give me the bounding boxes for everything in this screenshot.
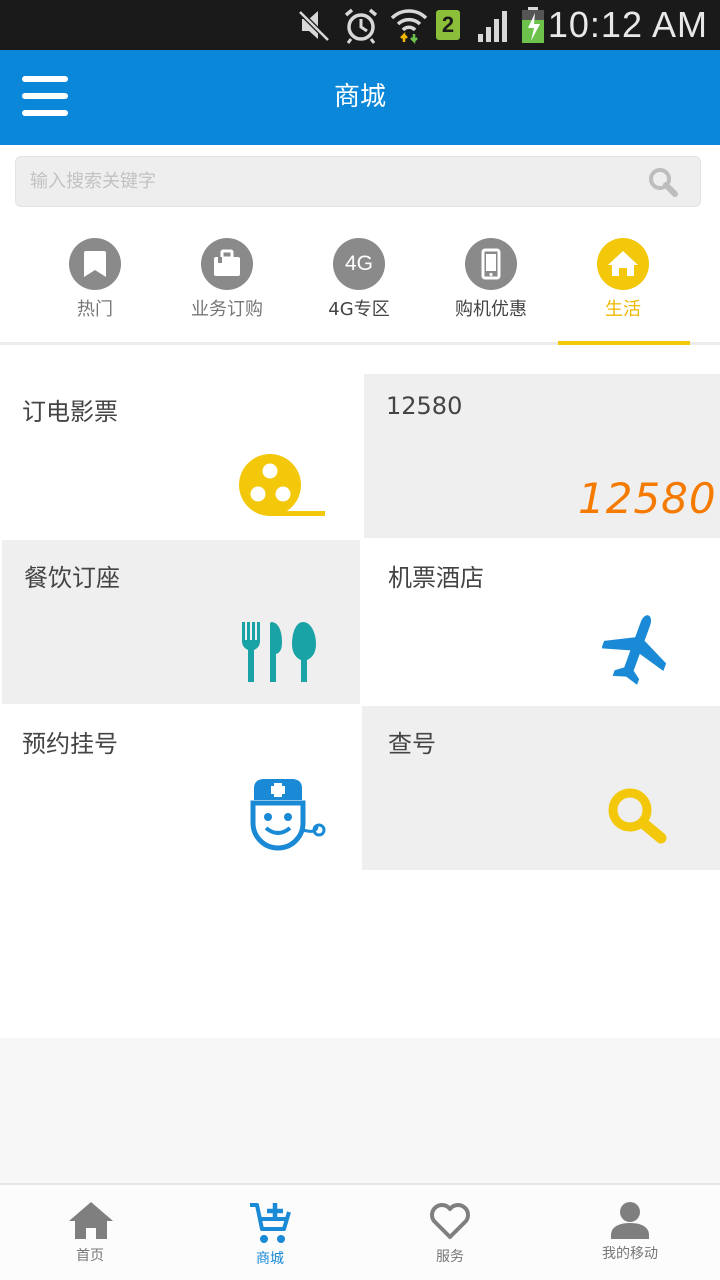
tab-label: 服务	[436, 1249, 464, 1265]
bookmark-icon	[69, 238, 121, 290]
category-label: 业务订购	[191, 299, 263, 320]
home-icon	[69, 1202, 113, 1239]
category-label: 热门	[77, 299, 113, 320]
tab-label: 商城	[256, 1251, 284, 1267]
empty-area	[0, 1038, 720, 1183]
status-time: 10:12 AM	[547, 4, 708, 45]
category-label: 购机优惠	[455, 299, 527, 320]
cart-icon	[250, 1203, 291, 1243]
tile-movie-tickets[interactable]: 订电影票	[0, 374, 362, 540]
magnifier-icon	[608, 788, 667, 844]
person-icon	[611, 1202, 649, 1239]
category-tab-phone-deals[interactable]: 购机优惠	[425, 225, 557, 343]
4g-icon: 4G	[333, 238, 385, 290]
battery-charging-icon	[522, 7, 544, 43]
tile-restaurant-booking[interactable]: 餐饮订座	[2, 540, 360, 704]
tile-label: 查号	[388, 730, 436, 758]
tab-home[interactable]: 首页	[0, 1185, 180, 1280]
tile-flights-hotels[interactable]: 机票酒店	[362, 540, 720, 704]
category-tab-life[interactable]: 生活	[557, 225, 689, 343]
cutlery-icon	[242, 622, 316, 682]
tab-my-mobile[interactable]: 我的移动	[540, 1185, 720, 1280]
alarm-icon	[344, 8, 378, 44]
category-tab-business[interactable]: 业务订购	[161, 225, 293, 343]
home-icon	[597, 238, 649, 290]
tile-label: 机票酒店	[388, 564, 484, 592]
category-tab-hot[interactable]: 热门	[29, 225, 161, 343]
tile-number-lookup[interactable]: 查号	[362, 706, 720, 870]
search-input[interactable]	[30, 157, 630, 206]
film-reel-icon	[239, 454, 325, 516]
doctor-icon	[250, 779, 326, 851]
category-label: 4G专区	[328, 299, 390, 320]
category-tab-4g[interactable]: 4G 4G专区	[293, 225, 425, 343]
category-label: 生活	[605, 299, 641, 320]
tab-service[interactable]: 服务	[360, 1185, 540, 1280]
tab-label: 我的移动	[602, 1246, 658, 1262]
tile-12580[interactable]: 12580 12580	[364, 374, 720, 538]
sim-2-badge: 2	[436, 10, 460, 40]
status-bar: 2 10:12 AM	[0, 0, 720, 50]
phone-icon	[465, 238, 517, 290]
bottom-tab-bar: 首页 商城 服务 我的移动	[0, 1183, 720, 1280]
search-icon[interactable]	[648, 167, 678, 197]
tab-mall[interactable]: 商城	[180, 1185, 360, 1280]
wifi-icon	[390, 9, 428, 44]
tile-hospital-appointment[interactable]: 预约挂号	[0, 706, 360, 870]
app-bar: 商城	[0, 50, 720, 145]
signal-icon	[478, 11, 507, 42]
heart-icon	[430, 1203, 470, 1239]
tile-label: 12580	[386, 392, 463, 420]
mute-icon	[298, 10, 330, 42]
tile-label: 订电影票	[22, 398, 118, 426]
category-tabs: 热门 业务订购 4G 4G专区 购机优惠 生活	[0, 225, 720, 343]
active-tab-indicator	[558, 341, 690, 345]
airplane-icon	[602, 615, 667, 685]
briefcase-icon	[201, 238, 253, 290]
12580-logo: 12580	[578, 474, 717, 523]
page-title: 商城	[333, 82, 386, 112]
tab-label: 首页	[76, 1248, 104, 1264]
tile-label: 预约挂号	[22, 730, 118, 758]
tile-label: 餐饮订座	[24, 564, 120, 592]
search-bar	[15, 156, 701, 207]
